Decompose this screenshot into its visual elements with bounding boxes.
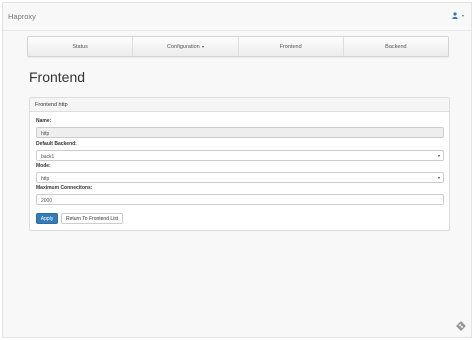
main-nav: Status Configuration Frontend Backend	[27, 36, 449, 57]
chevron-down-icon	[201, 45, 204, 48]
chevron-down-icon	[462, 14, 464, 17]
frontend-panel: Frontend http Name: http Default Backend…	[29, 97, 450, 231]
nav-item-backend[interactable]: Backend	[344, 37, 448, 56]
page-title: Frontend	[29, 69, 86, 85]
mode-select[interactable]: http	[36, 172, 444, 183]
name-field: http	[36, 127, 444, 138]
brand-link[interactable]: Haproxy	[8, 12, 36, 21]
mode-label: Mode:	[36, 163, 51, 169]
return-to-frontend-list-button[interactable]: Return To Frontend List	[61, 213, 124, 224]
nav-item-label: Status	[72, 43, 88, 50]
page-frame: Haproxy Status Configuration Frontend Ba…	[2, 2, 472, 338]
nav-item-label: Frontend	[279, 43, 302, 50]
default-backend-label: Default Backend:	[36, 141, 77, 147]
nav-item-status[interactable]: Status	[28, 37, 134, 56]
max-connections-label: Maximum Connecitons:	[36, 185, 93, 191]
max-connections-input[interactable]: 2000	[36, 194, 444, 205]
nav-item-label: Configuration	[167, 43, 200, 50]
apply-button[interactable]: Apply	[36, 213, 58, 224]
top-navbar: Haproxy	[3, 3, 471, 31]
user-menu-toggle[interactable]	[452, 12, 464, 19]
git-icon	[456, 321, 466, 331]
user-icon	[452, 12, 458, 19]
nav-item-frontend[interactable]: Frontend	[239, 37, 344, 56]
default-backend-select[interactable]: back1	[36, 150, 444, 161]
nav-item-configuration[interactable]: Configuration	[133, 37, 239, 56]
panel-heading: Frontend http	[30, 98, 449, 112]
nav-item-label: Backend	[385, 43, 407, 50]
name-label: Name:	[36, 118, 52, 124]
